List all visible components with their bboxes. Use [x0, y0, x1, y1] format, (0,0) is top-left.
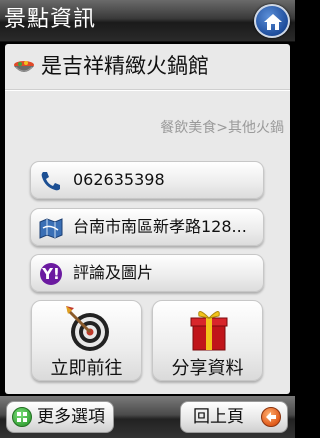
- title-bar: 景點資訊: [0, 0, 295, 42]
- home-icon: [264, 14, 282, 30]
- category-label: 餐飲美食>其他火鍋: [160, 120, 284, 136]
- back-button[interactable]: 回上頁: [180, 401, 288, 433]
- phone-number: 062635398: [73, 170, 165, 189]
- home-button[interactable]: [254, 4, 290, 38]
- share-label: 分享資料: [171, 358, 244, 379]
- content-panel: 是吉祥精緻火鍋館 餐飲美食>其他火鍋 062635398 台南市南區新孝路128…: [5, 44, 290, 394]
- phone-icon: [41, 172, 60, 191]
- navigate-button[interactable]: 立即前往: [31, 300, 142, 381]
- address-button[interactable]: 台南市南區新孝路128...: [30, 208, 264, 246]
- bottom-bar: 更多選項 回上頁: [0, 396, 295, 438]
- reviews-button[interactable]: Y! 評論及圖片: [30, 254, 264, 292]
- more-options-icon: [12, 407, 32, 427]
- hotpot-bowl-icon: [14, 61, 34, 72]
- back-label: 回上頁: [193, 407, 244, 427]
- back-arrow-icon: [261, 407, 281, 427]
- place-name: 是吉祥精緻火鍋館: [41, 54, 209, 78]
- reviews-label: 評論及圖片: [73, 263, 154, 282]
- address-text: 台南市南區新孝路128...: [73, 217, 247, 236]
- yahoo-logo-icon: Y!: [40, 263, 62, 285]
- place-header: 是吉祥精緻火鍋館: [11, 52, 286, 80]
- svg-text:Y!: Y!: [41, 265, 60, 283]
- target-arrow-icon: [66, 306, 109, 351]
- gift-box-icon: [190, 311, 228, 351]
- phone-button[interactable]: 062635398: [30, 161, 264, 199]
- more-options-button[interactable]: 更多選項: [6, 401, 114, 433]
- map-icon: [39, 218, 63, 239]
- navigate-label: 立即前往: [50, 358, 123, 379]
- divider: [5, 89, 290, 91]
- share-button[interactable]: 分享資料: [152, 300, 263, 381]
- more-options-label: 更多選項: [37, 407, 105, 427]
- page-title: 景點資訊: [4, 7, 97, 32]
